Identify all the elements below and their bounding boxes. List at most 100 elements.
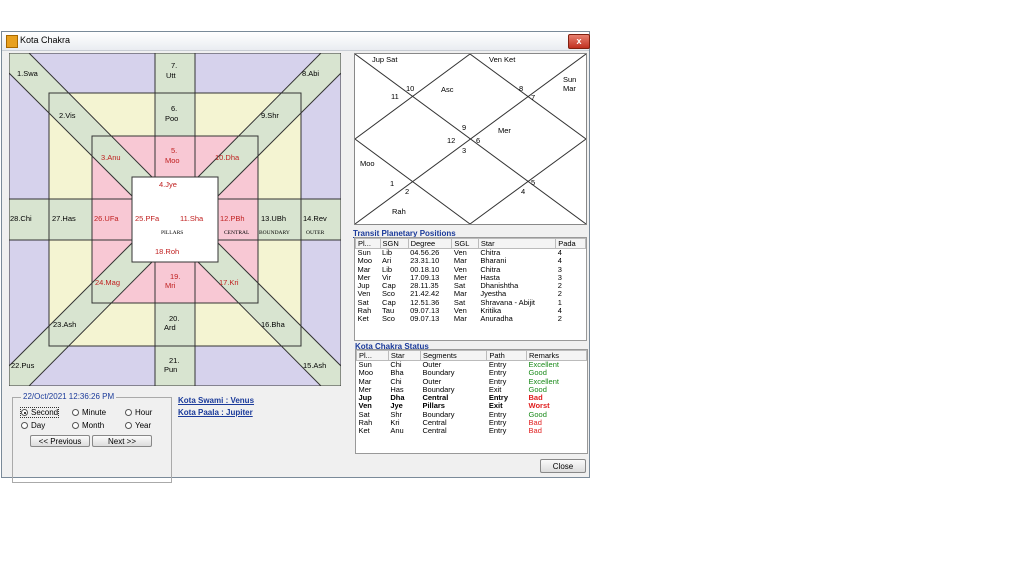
- nakshatra-6: Poo: [165, 114, 178, 123]
- time-step-group: 22/Oct/2021 12:36:26 PM Second Minute Ho…: [12, 392, 172, 483]
- table-cell: Entry: [488, 426, 507, 436]
- nakshatra-5-num: 5.: [171, 146, 177, 155]
- nakshatra-17: 17.Kri: [219, 278, 239, 287]
- window-close-button[interactable]: x: [568, 34, 590, 49]
- radio-year[interactable]: Year: [125, 421, 151, 430]
- outer-label: OUTER: [306, 230, 325, 236]
- transit-header-0[interactable]: Pl...: [355, 238, 381, 249]
- planet-ven-ket: Ven Ket: [489, 55, 516, 64]
- house-3: 3: [462, 146, 466, 155]
- radio-second-label: Second: [31, 408, 59, 417]
- house-10: 10: [406, 84, 414, 93]
- radio-day-label: Day: [31, 421, 46, 430]
- kota-chakra-window: Kota Chakra x 1.Swa 2.Vis 3.Anu 4.Jye 5.…: [1, 31, 590, 483]
- transit-header-5[interactable]: Pada: [555, 238, 586, 249]
- table-cell: Ket: [358, 426, 370, 436]
- house-2: 2: [405, 187, 409, 196]
- window-title: Kota Chakra: [20, 35, 71, 45]
- table-cell: Anu: [390, 426, 404, 436]
- title-bar: Kota Chakra x: [2, 32, 590, 51]
- radio-dot-icon: [72, 409, 79, 417]
- radio-minute-label: Minute: [82, 408, 107, 417]
- nakshatra-10: 10.Dha: [215, 153, 240, 162]
- radio-month[interactable]: Month: [72, 421, 104, 430]
- nakshatra-25: 25.PFa: [135, 214, 160, 223]
- nakshatra-7-num: 7.: [171, 61, 177, 70]
- radio-month-label: Month: [82, 421, 105, 430]
- planet-rah: Rah: [392, 207, 406, 216]
- house-5: 5: [531, 178, 535, 187]
- table-row[interactable]: Ket Anu Central Entry Bad: [357, 426, 587, 436]
- status-header-4[interactable]: Remarks: [526, 350, 587, 361]
- radio-dot-icon: [21, 422, 28, 430]
- nakshatra-20-num: 20.: [169, 314, 179, 323]
- nakshatra-24: 24.Mag: [95, 278, 120, 287]
- radio-dot-icon: [125, 422, 132, 430]
- radio-minute[interactable]: Minute: [72, 408, 106, 417]
- table-cell: Bad: [528, 426, 542, 436]
- nakshatra-22: 22.Pus: [11, 361, 35, 370]
- previous-button[interactable]: << Previous: [30, 435, 90, 447]
- table-cell: Central: [422, 426, 447, 436]
- house-7: 7: [531, 93, 535, 102]
- kota-chakra-diagram: 1.Swa 2.Vis 3.Anu 4.Jye 5. Moo 6. Poo 7.…: [8, 52, 342, 387]
- transit-chart: Jup Sat Ven Ket Sun Mar Asc Mer Moo Rah …: [354, 53, 587, 225]
- radio-year-label: Year: [135, 421, 152, 430]
- table-cell: Sco: [382, 314, 395, 324]
- table-cell: 09.07.13: [410, 314, 440, 324]
- radio-hour[interactable]: Hour: [125, 408, 152, 417]
- nakshatra-4: 4.Jye: [159, 180, 177, 189]
- pillars-label: PILLARS: [161, 230, 183, 236]
- nakshatra-7: Utt: [166, 71, 177, 80]
- table-cell: Anuradha: [480, 314, 513, 324]
- transit-table: Pl... SGN Degree SGL Star Pada Sun Lib 04.56.26…: [354, 237, 587, 341]
- table-row[interactable]: Ket Sco 09.07.13 Mar Anuradha 2: [356, 314, 586, 324]
- radio-second[interactable]: Second: [19, 407, 60, 418]
- radio-hour-label: Hour: [135, 408, 153, 417]
- nakshatra-16: 16.Bha: [261, 320, 286, 329]
- nakshatra-13: 13.UBh: [261, 214, 286, 223]
- radio-dot-icon: [21, 409, 28, 417]
- nakshatra-14: 14.Rev: [303, 214, 327, 223]
- status-header-3[interactable]: Path: [486, 350, 528, 361]
- nakshatra-3: 3.Anu: [101, 153, 121, 162]
- kota-paala-link[interactable]: Kota Paala : Jupiter: [178, 408, 253, 417]
- table-cell: Ket: [357, 314, 369, 324]
- planet-jup-sat: Jup Sat: [372, 55, 398, 64]
- status-header-2[interactable]: Segments: [419, 350, 488, 361]
- central-label: CENTRAL: [224, 230, 250, 236]
- kota-swami-link[interactable]: Kota Swami : Venus: [178, 396, 254, 405]
- status-table: Pl... Star Segments Path Remarks Sun Chi Outer…: [355, 349, 588, 454]
- nakshatra-21: Pun: [164, 365, 177, 374]
- transit-header-4[interactable]: Star: [477, 238, 557, 249]
- nakshatra-6-num: 6.: [171, 104, 177, 113]
- house-11: 11: [391, 92, 399, 101]
- close-button[interactable]: Close: [540, 459, 586, 473]
- house-6: 6: [476, 136, 480, 145]
- boundary-label: BOUNDARY: [259, 230, 290, 236]
- transit-header-3[interactable]: SGL: [451, 238, 479, 249]
- transit-header-1[interactable]: SGN: [379, 238, 409, 249]
- status-header-1[interactable]: Star: [387, 350, 421, 361]
- nakshatra-12: 12.PBh: [220, 214, 245, 223]
- nakshatra-21-num: 21.: [169, 356, 179, 365]
- nakshatra-18: 18.Roh: [155, 247, 179, 256]
- status-header-0[interactable]: Pl...: [356, 350, 389, 361]
- transit-header-2[interactable]: Degree: [407, 238, 453, 249]
- next-button[interactable]: Next >>: [92, 435, 152, 447]
- house-12: 12: [447, 136, 455, 145]
- datetime-label: 22/Oct/2021 12:36:26 PM: [21, 392, 117, 401]
- nakshatra-2: 2.Vis: [59, 111, 76, 120]
- nakshatra-15: 15.Ash: [303, 361, 326, 370]
- nakshatra-9: 9.Shr: [261, 111, 279, 120]
- planet-mar: Mar: [563, 84, 576, 93]
- radio-day[interactable]: Day: [21, 421, 45, 430]
- table-cell: Mar: [453, 314, 467, 324]
- radio-dot-icon: [125, 409, 132, 417]
- house-4: 4: [521, 187, 525, 196]
- nakshatra-1: 1.Swa: [17, 69, 39, 78]
- nakshatra-5: Moo: [165, 156, 180, 165]
- planet-mer: Mer: [498, 126, 511, 135]
- table-cell: 2: [557, 314, 562, 324]
- nakshatra-19-num: 19.: [170, 272, 180, 281]
